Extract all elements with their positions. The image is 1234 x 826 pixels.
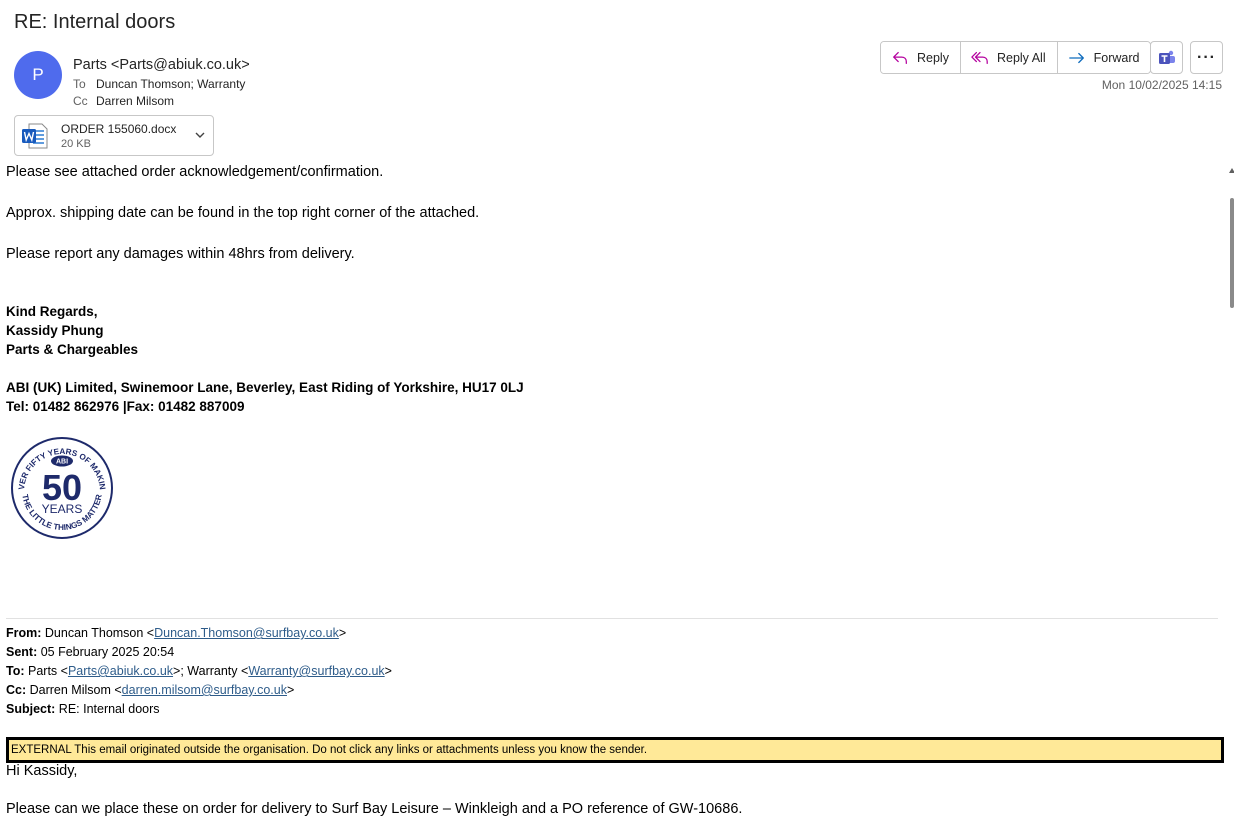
- sender-avatar[interactable]: P: [14, 51, 62, 99]
- quoted-from: From: Duncan Thomson <Duncan.Thomson@sur…: [6, 626, 346, 640]
- body-line: Approx. shipping date can be found in th…: [6, 205, 480, 221]
- received-date: Mon 10/02/2025 14:15: [1101, 78, 1222, 92]
- attachment-size: 20 KB: [61, 138, 91, 150]
- external-warning-banner: EXTERNAL This email originated outside t…: [6, 737, 1224, 763]
- quoted-subject-label: Subject:: [6, 702, 56, 716]
- teams-icon: [1158, 50, 1175, 64]
- signature-phone: Tel: 01482 862976 |Fax: 01482 887009: [6, 399, 245, 414]
- cc-recipients: Cc Darren Milsom: [73, 94, 174, 108]
- quoted-sent-value: 05 February 2025 20:54: [37, 645, 175, 659]
- quoted-to-email-link[interactable]: Parts@abiuk.co.uk: [68, 664, 173, 678]
- word-doc-icon: [22, 123, 48, 149]
- quoted-body-line: Please can we place these on order for d…: [6, 801, 743, 817]
- quoted-from-label: From:: [6, 626, 42, 640]
- quoted-sent-label: Sent:: [6, 645, 38, 659]
- forward-icon: [1068, 52, 1084, 63]
- message-scrollbar[interactable]: [1229, 168, 1234, 826]
- quoted-cc-pre: Darren Milsom <: [26, 683, 122, 697]
- quoted-sent: Sent: 05 February 2025 20:54: [6, 645, 174, 659]
- quoted-to-label: To:: [6, 664, 25, 678]
- quoted-to-email-link[interactable]: Warranty@surfbay.co.uk: [248, 664, 384, 678]
- sender-address[interactable]: Parts <Parts@abiuk.co.uk>: [73, 57, 250, 73]
- reply-button[interactable]: Reply: [881, 42, 961, 73]
- forward-button[interactable]: Forward: [1057, 42, 1151, 73]
- logo-years: YEARS: [42, 502, 83, 516]
- teams-share-button[interactable]: [1150, 41, 1183, 74]
- abi-50-years-logo: OVER FIFTY YEARS OF MAKING THE LITTLE TH…: [10, 436, 113, 539]
- signature-line: Kassidy Phung: [6, 323, 104, 338]
- attachment-card[interactable]: ORDER 155060.docx 20 KB: [14, 115, 214, 156]
- reply-all-label: Reply All: [996, 50, 1046, 65]
- quoted-subject: Subject: RE: Internal doors: [6, 702, 160, 716]
- quoted-to-pre: Parts <: [24, 664, 68, 678]
- quoted-cc: Cc: Darren Milsom <darren.milsom@surfbay…: [6, 683, 294, 697]
- signature-line: Kind Regards,: [6, 304, 98, 319]
- forward-label: Forward: [1093, 50, 1140, 65]
- quoted-cc-label: Cc:: [6, 683, 27, 697]
- logo-brand: ABI: [56, 459, 68, 466]
- quoted-cc-email-link[interactable]: darren.milsom@surfbay.co.uk: [122, 683, 287, 697]
- quoted-to: To: Parts <Parts@abiuk.co.uk>; Warranty …: [6, 664, 392, 678]
- attachment-name: ORDER 155060.docx: [61, 122, 177, 136]
- message-actions: Reply Reply All Forward: [880, 41, 1152, 74]
- quoted-from-end: >: [338, 626, 347, 640]
- to-label: To: [73, 77, 86, 91]
- cc-label: Cc: [73, 94, 88, 108]
- scroll-up-arrow-icon[interactable]: [1229, 168, 1234, 173]
- to-recipients: To Duncan Thomson; Warranty: [73, 77, 245, 91]
- quoted-to-mid: >; Warranty <: [173, 664, 249, 678]
- reply-label: Reply: [917, 50, 949, 65]
- quote-divider: [6, 618, 1218, 619]
- signature-line: Parts & Chargeables: [6, 342, 139, 357]
- reply-all-button[interactable]: Reply All: [960, 42, 1058, 73]
- body-line: Please report any damages within 48hrs f…: [6, 246, 355, 262]
- quoted-cc-end: >: [286, 683, 295, 697]
- quoted-to-end: >: [384, 664, 392, 678]
- quoted-greeting: Hi Kassidy,: [6, 763, 78, 779]
- quoted-subject-value: RE: Internal doors: [55, 702, 160, 716]
- more-actions-button[interactable]: ···: [1190, 41, 1223, 74]
- quoted-from-email-link[interactable]: Duncan.Thomson@surfbay.co.uk: [154, 626, 339, 640]
- signature-address: ABI (UK) Limited, Swinemoor Lane, Beverl…: [6, 380, 524, 395]
- to-value[interactable]: Duncan Thomson; Warranty: [96, 77, 245, 91]
- reply-icon: [893, 51, 907, 64]
- quoted-from-name: Duncan Thomson <: [41, 626, 155, 640]
- cc-value[interactable]: Darren Milsom: [96, 94, 174, 108]
- email-subject: RE: Internal doors: [14, 11, 176, 33]
- reply-all-icon: [971, 51, 988, 64]
- chevron-down-icon[interactable]: [193, 128, 207, 142]
- body-line: Please see attached order acknowledgemen…: [6, 164, 384, 180]
- scrollbar-thumb[interactable]: [1230, 198, 1234, 308]
